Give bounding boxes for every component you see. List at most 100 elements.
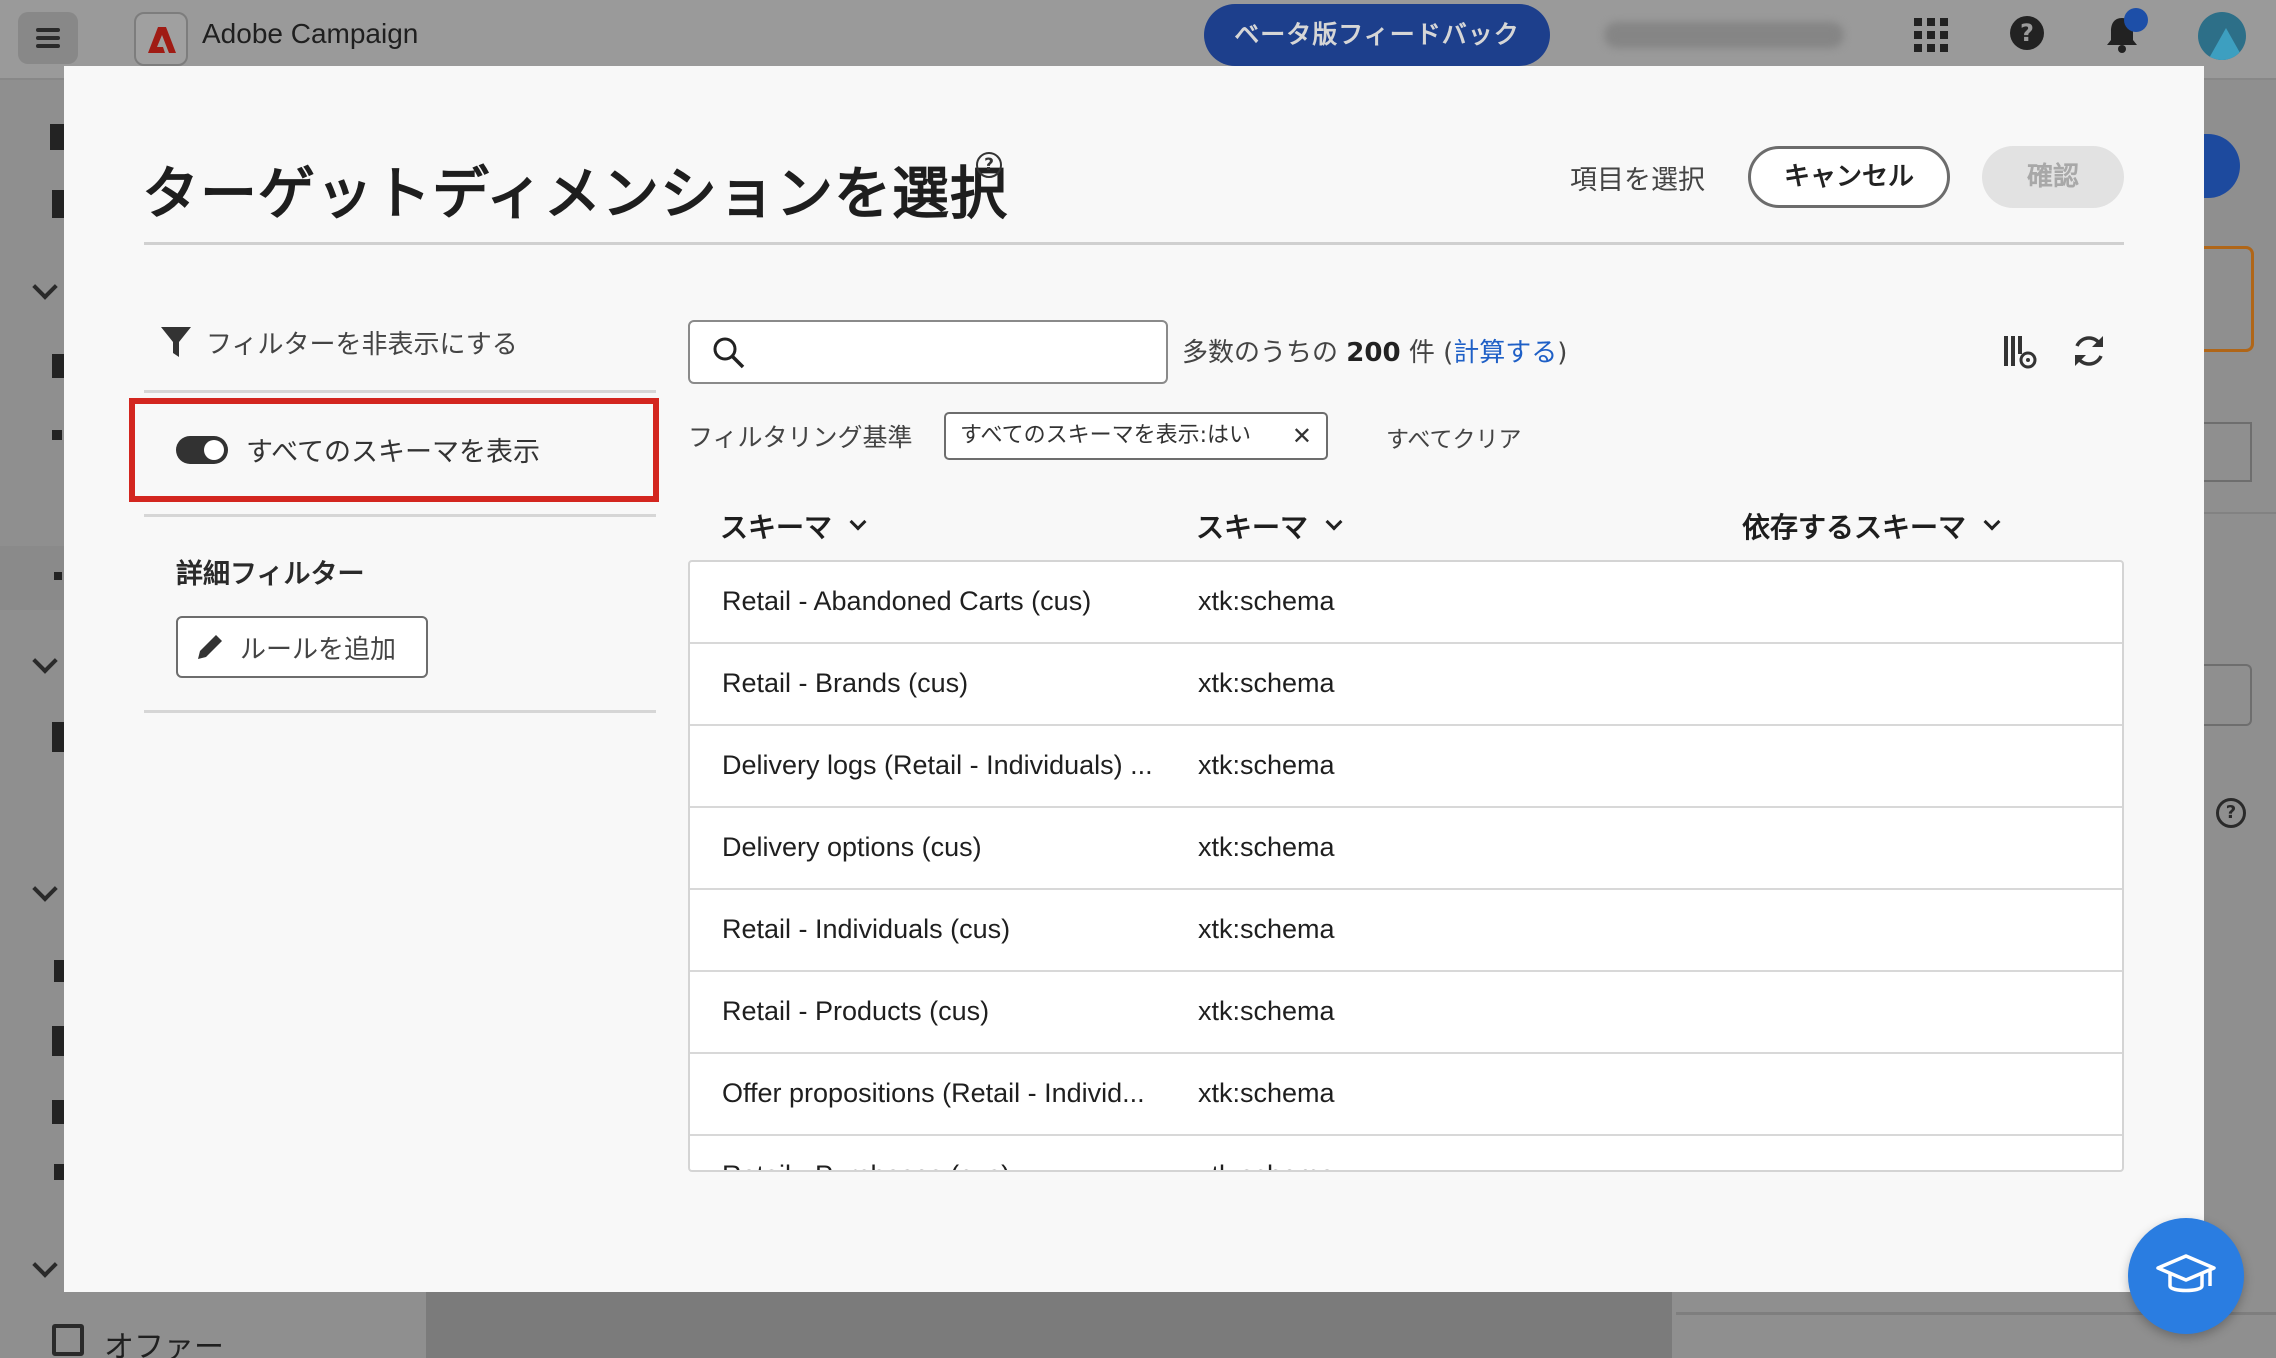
active-filter-chip[interactable]: すべてのスキーマを表示:はい ✕ [944,412,1328,460]
calendar-icon[interactable] [52,190,64,218]
show-all-schemas-toggle[interactable]: すべてのスキーマを表示 [176,430,540,469]
cell-type: xtk:schema [1198,832,1335,862]
search-icon [713,337,745,369]
column-header-label: スキーマ [1196,511,1309,544]
search-input[interactable] [754,330,1154,374]
count-prefix: 多数のうちの [1182,338,1339,368]
cell-schema: Retail - Brands (cus) [722,668,969,698]
cell-schema: Retail - Purchases (cus) [722,1160,1152,1170]
background-search-button [2200,664,2252,726]
target-dimension-dialog: ターゲットディメンションを選択 ? 項目を選択 キャンセル 確認 フィルターを非… [64,66,2204,1292]
chevron-down-icon [1983,513,2001,531]
result-count: 多数のうちの 200 件 (計算する) [1182,338,1568,368]
cell-type: xtk:schema [1198,996,1335,1026]
column-header-label: 依存するスキーマ [1742,511,1967,544]
divider [144,514,656,517]
background-field [2204,422,2252,482]
divider [144,390,656,393]
cell-schema: Delivery logs (Retail - Individuals) ... [722,750,1152,780]
pencil-icon [198,635,222,659]
table-row[interactable]: Delivery options (cus) xtk:schema [690,808,2122,890]
table-row[interactable]: Retail - Abandoned Carts (cus) xtk:schem… [690,562,2122,644]
advanced-filter-heading: 詳細フィルター [176,559,365,590]
user-name-redacted [1604,22,1844,48]
apps-grid-icon[interactable] [1914,18,1948,52]
graduation-cap-icon [2156,1254,2216,1293]
dialog-title: ターゲットディメンションを選択 [142,161,1009,227]
chevron-down-icon [849,513,867,531]
help-icon[interactable]: ? [976,152,1002,178]
count-value: 200 [1346,338,1401,368]
chevron-down-icon[interactable] [32,1252,58,1278]
nav-icon[interactable] [52,1026,64,1056]
active-filter-chip-label: すべてのスキーマを表示:はい [960,423,1251,448]
column-header-label: スキーマ [720,511,833,544]
home-icon[interactable] [50,124,64,150]
table-row[interactable]: Offer propositions (Retail - Individ... … [690,1054,2122,1136]
nav-item-offers[interactable]: オファー [104,1322,224,1358]
table-row[interactable]: Retail - Individuals (cus) xtk:schema [690,890,2122,972]
cell-type: xtk:schema [1198,1078,1335,1108]
nav-icon[interactable] [54,960,64,982]
cell-schema: Retail - Abandoned Carts (cus) [722,586,1092,616]
schema-table[interactable]: Retail - Abandoned Carts (cus) xtk:schem… [688,560,2124,1172]
table-row[interactable]: Retail - Products (cus) xtk:schema [690,972,2122,1054]
cell-type: xtk:schema [1198,1160,1335,1170]
table-row[interactable]: Retail - Purchases (cus) xtk:schema [690,1136,2122,1170]
refresh-icon[interactable] [2070,332,2108,370]
column-header-schema[interactable]: スキーマ [720,506,867,546]
nav-icon[interactable] [52,1100,64,1124]
nav-icon[interactable] [54,572,62,580]
search-field[interactable] [688,320,1168,384]
column-header-schema-type[interactable]: スキーマ [1196,506,1343,546]
cell-type: xtk:schema [1198,750,1335,780]
cell-type: xtk:schema [1198,668,1335,698]
cancel-button[interactable]: キャンセル [1748,146,1950,208]
add-rule-label: ルールを追加 [240,634,397,665]
app-title: Adobe Campaign [202,18,419,49]
chevron-down-icon [1325,513,1343,531]
clear-all-button[interactable]: すべてクリア [1386,420,1521,454]
hide-filters-label: フィルターを非表示にする [206,329,518,360]
nav-icon[interactable] [54,1164,64,1180]
nav-icon[interactable] [52,722,64,752]
show-all-schemas-label: すべてのスキーマを表示 [246,437,541,468]
beta-feedback-button[interactable]: ベータ版フィードバック [1204,4,1550,66]
help-icon[interactable]: ? [2010,16,2044,50]
table-row[interactable]: Retail - Brands (cus) xtk:schema [690,644,2122,726]
confirm-button[interactable]: 確認 [1982,146,2124,208]
table-row[interactable]: Delivery logs (Retail - Individuals) ...… [690,726,2122,808]
compute-link[interactable]: 計算する [1453,338,1557,368]
nav-icon[interactable] [52,430,62,440]
cell-type: xtk:schema [1198,586,1335,616]
filter-funnel-icon [161,327,191,357]
filter-by-label: フィルタリング基準 [688,423,913,452]
help-icon: ? [2216,798,2246,828]
cell-schema: Retail - Products (cus) [722,996,990,1026]
chevron-down-icon[interactable] [32,876,58,902]
background-card [2204,246,2254,352]
chevron-down-icon[interactable] [32,274,58,300]
notification-badge [2124,8,2148,32]
offer-icon[interactable] [52,1324,84,1356]
nav-icon[interactable] [52,354,64,378]
chevron-down-icon[interactable] [32,648,58,674]
add-rule-button[interactable]: ルールを追加 [176,616,428,678]
select-item-label: 項目を選択 [1570,165,1705,196]
divider [144,242,2124,245]
cell-schema: Retail - Individuals (cus) [722,914,1011,944]
menu-icon[interactable] [18,12,78,64]
cell-schema: Offer propositions (Retail - Individ... [722,1078,1145,1108]
learn-help-button[interactable] [2128,1218,2244,1334]
close-icon[interactable]: ✕ [1292,414,1312,458]
avatar[interactable] [2198,12,2246,60]
hide-filters-button[interactable]: フィルターを非表示にする [160,322,518,362]
column-settings-icon[interactable] [2002,334,2038,370]
count-unit: 件 [1408,338,1435,368]
divider [144,710,656,713]
column-header-dependent-schema[interactable]: 依存するスキーマ [1742,506,2001,546]
cell-schema: Delivery options (cus) [722,832,982,862]
toggle-switch[interactable] [176,435,228,464]
background-content [426,1292,1672,1358]
adobe-logo-icon [134,12,188,66]
